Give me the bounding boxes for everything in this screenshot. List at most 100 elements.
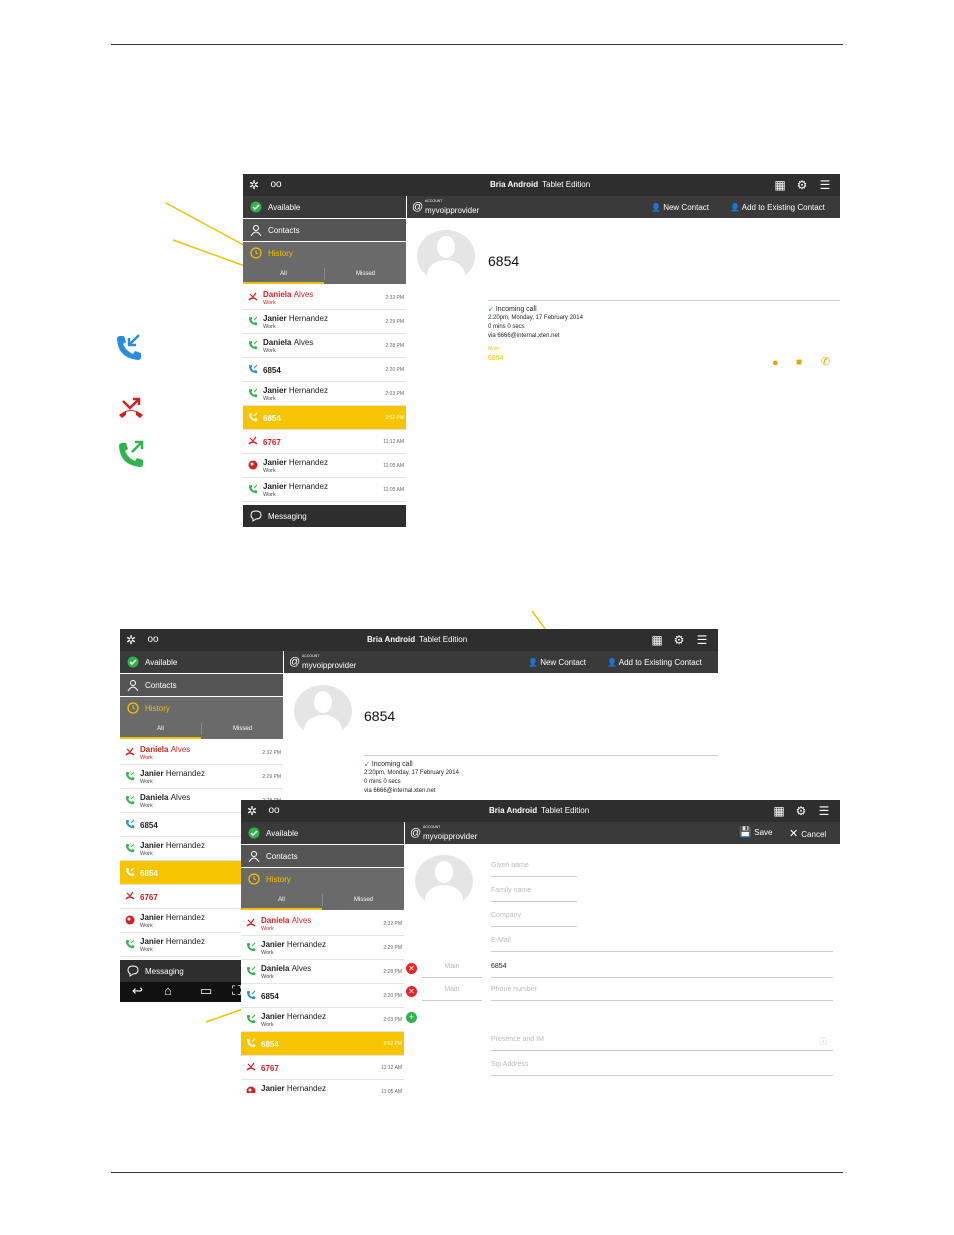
missed-call-icon xyxy=(246,918,256,927)
outgoing-call-icon xyxy=(249,340,258,350)
sip-address-field[interactable]: Sip Address xyxy=(491,1061,833,1076)
history-row[interactable]: Janier HernandezWork 2:03 PM xyxy=(243,382,406,406)
sidebar-item-history[interactable]: History xyxy=(241,868,404,890)
history-name: Janier Hernandez xyxy=(261,1084,326,1093)
sidebar-item-contacts[interactable]: Contacts xyxy=(243,219,406,241)
history-label: Work xyxy=(140,923,153,929)
history-row[interactable]: Daniela AlvesWork 2:28 PM xyxy=(241,960,404,984)
history-row[interactable]: 6767 11:12 AM xyxy=(241,1056,404,1080)
save-floppy-icon: 💾 xyxy=(739,827,755,838)
history-time: 2:29 PM xyxy=(262,774,281,780)
history-row[interactable]: Daniela Alves Work 2:32 PM xyxy=(120,741,283,765)
phone-call-icon[interactable]: ✆ xyxy=(821,355,830,368)
remove-phone-icon-2[interactable]: ✕ xyxy=(406,986,417,997)
history-row[interactable]: Daniela Alves Work 2:32 PM xyxy=(241,912,404,936)
tab-missed[interactable]: Missed xyxy=(325,271,406,277)
history-name: 6767 xyxy=(263,438,281,447)
sidebar-item-history[interactable]: History xyxy=(243,242,406,264)
history-row[interactable]: Daniela Alves Work 2:32 PM xyxy=(243,286,406,310)
video-call-icon[interactable]: ■ xyxy=(796,357,802,368)
history-row[interactable]: Janier HernandezWork 2:03 PM xyxy=(241,1008,404,1032)
remove-phone-icon[interactable]: ✕ xyxy=(406,963,417,974)
new-contact-avatar[interactable] xyxy=(415,855,473,907)
tab-missed[interactable]: Missed xyxy=(323,897,404,903)
sidebar-item-contacts[interactable]: Contacts xyxy=(241,845,404,867)
cancel-button[interactable]: ✕ Cancel xyxy=(789,827,826,840)
recent-apps-icon[interactable]: ▭ xyxy=(200,983,212,999)
phone-number-field[interactable]: 6854 xyxy=(491,963,833,978)
call-details: ↙ Incoming call 2:20pm, Monday, 17 Febru… xyxy=(488,306,583,362)
add-existing-contact-button[interactable]: 👤 Add to Existing Contact xyxy=(730,203,825,212)
screenshot-new-contact-form: ✲ ᴏᴏ Bria Android Tablet Edition ▦ ⚙ ☰ Av… xyxy=(241,800,840,1093)
email-field[interactable]: E-Mail xyxy=(491,937,833,952)
history-row[interactable]: Janier Hernandez Work 2:29 PM xyxy=(120,765,283,789)
history-row[interactable]: Janier HernandezWork11:05 AM xyxy=(243,478,406,502)
given-name-field[interactable]: Given name xyxy=(491,862,577,877)
phone-type-select-2[interactable]: Main xyxy=(422,986,482,1001)
family-name-field[interactable]: Family name xyxy=(491,887,577,902)
history-row[interactable]: Daniela AlvesWork 2:28 PM xyxy=(243,334,406,358)
sidebar-item-available[interactable]: Available xyxy=(120,651,283,673)
tab-all[interactable]: All xyxy=(241,897,322,903)
menu-icon[interactable]: ☰ xyxy=(817,804,831,818)
phone-number-field-2[interactable]: Phone number xyxy=(491,986,833,1001)
history-label: Work xyxy=(261,974,274,980)
incoming-call-icon: ↙ xyxy=(364,761,372,768)
history-time: 2:03 PM xyxy=(383,1017,402,1023)
history-row[interactable]: Janier Hernandez Work 2:29 PM xyxy=(243,310,406,334)
sidebar-item-contacts[interactable]: Contacts xyxy=(120,674,283,696)
messaging-bubble-icon xyxy=(250,510,262,522)
history-time: 11:12 AM xyxy=(383,439,404,445)
add-existing-contact-button[interactable]: 👤 Add to Existing Contact xyxy=(607,658,702,667)
history-time: 2:28 PM xyxy=(385,343,404,349)
history-clock-icon xyxy=(127,702,139,714)
new-contact-icon: 👤 xyxy=(651,203,664,212)
new-contact-button[interactable]: 👤 New Contact xyxy=(651,203,709,212)
dialpad-icon[interactable]: ▦ xyxy=(773,178,787,192)
history-name: Janier Hernandez xyxy=(140,937,205,946)
new-contact-button[interactable]: 👤 New Contact xyxy=(528,658,586,667)
tab-missed[interactable]: Missed xyxy=(202,726,283,732)
sidebar-item-available[interactable]: Available xyxy=(241,822,404,844)
tab-all-indicator xyxy=(120,737,201,739)
history-row[interactable]: 6854 2:02 PM xyxy=(243,406,406,430)
settings-gear-icon[interactable]: ⚙ xyxy=(795,178,809,192)
sidebar-item-messaging[interactable]: Messaging xyxy=(243,505,406,527)
dialpad-icon[interactable]: ▦ xyxy=(772,804,786,818)
menu-icon[interactable]: ☰ xyxy=(818,178,832,192)
dialpad-icon[interactable]: ▦ xyxy=(650,633,664,647)
tab-all[interactable]: All xyxy=(243,271,324,277)
chat-icon[interactable]: ● xyxy=(772,357,779,369)
info-icon[interactable]: ⓘ xyxy=(819,1036,827,1047)
contact-photo-icon xyxy=(246,1086,256,1093)
company-field[interactable]: Company xyxy=(491,912,577,927)
save-button[interactable]: 💾 Save xyxy=(739,827,772,838)
sidebar-item-history[interactable]: History xyxy=(120,697,283,719)
add-phone-icon[interactable]: + xyxy=(406,1012,417,1023)
history-name: Janier Hernandez xyxy=(261,1012,326,1021)
phone-type-select[interactable]: Main xyxy=(422,963,482,978)
screenshot-icon[interactable]: ⛶ xyxy=(232,983,241,999)
history-row[interactable]: 6854 2:02 PM xyxy=(241,1032,404,1056)
history-row[interactable]: Janier HernandezWork11:05 AM xyxy=(241,1080,404,1093)
tab-all[interactable]: All xyxy=(120,726,201,732)
history-name: Janier Hernandez xyxy=(140,913,205,922)
back-icon[interactable]: ↩ xyxy=(132,983,143,999)
top-bar: ✲ ᴏᴏ Bria Android Tablet Edition ▦ ⚙ ☰ xyxy=(120,629,718,651)
home-icon[interactable]: ⌂ xyxy=(164,983,172,998)
history-row[interactable]: Janier HernandezWork11:05 AM xyxy=(243,454,406,478)
menu-icon[interactable]: ☰ xyxy=(695,633,709,647)
incoming-call-icon: ↙ xyxy=(488,306,496,313)
sidebar-item-available[interactable]: Available xyxy=(243,196,406,218)
settings-gear-icon[interactable]: ⚙ xyxy=(794,804,808,818)
history-name: 6854 xyxy=(140,821,158,830)
history-row[interactable]: Janier Hernandez Work 2:29 PM xyxy=(241,936,404,960)
history-time: 11:05 AM xyxy=(383,487,404,493)
history-row[interactable]: 6854 2:20 PM xyxy=(241,984,404,1008)
settings-gear-icon[interactable]: ⚙ xyxy=(672,633,686,647)
history-row[interactable]: 6767 11:12 AM xyxy=(243,430,406,454)
presence-im-field[interactable]: Presence and IM xyxy=(491,1036,833,1051)
history-name: Janier Hernandez xyxy=(263,386,328,395)
history-row[interactable]: 6854 2:20 PM xyxy=(243,358,406,382)
top-bar: ✲ ᴏᴏ Bria Android Tablet Edition ▦ ⚙ ☰ xyxy=(241,800,840,822)
